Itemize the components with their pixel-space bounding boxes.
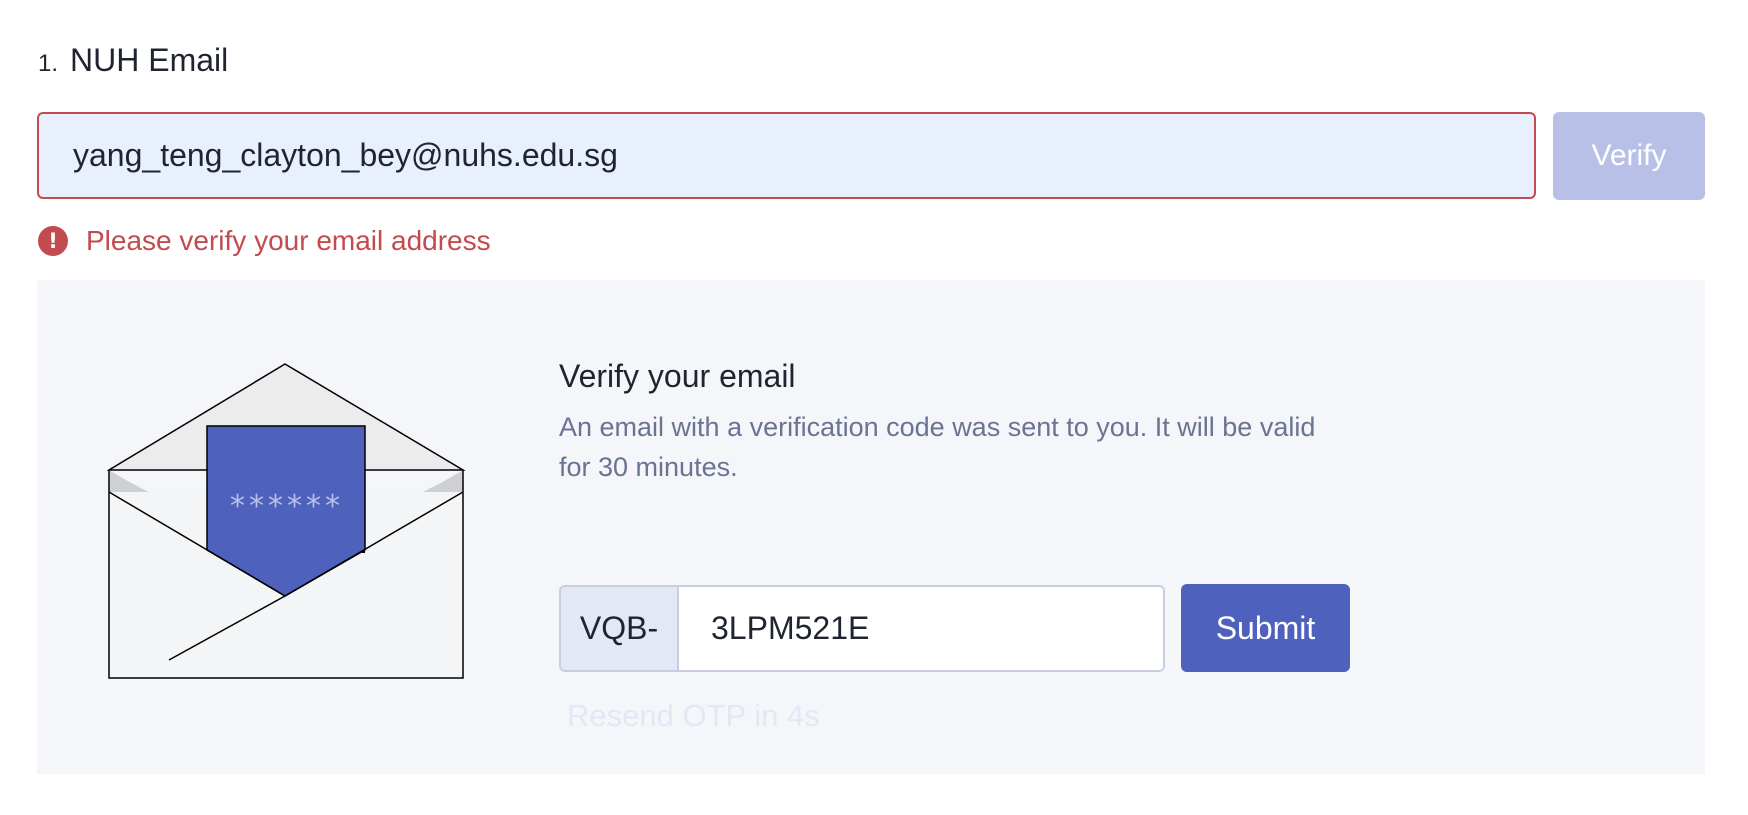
email-input[interactable] (37, 112, 1536, 199)
otp-input-group: VQB- (559, 584, 1165, 672)
question-number: 1. (38, 50, 59, 77)
question-title: NUH Email (70, 42, 229, 78)
otp-description: An email with a verification code was se… (559, 412, 1316, 482)
error-text: Please verify your email address (86, 225, 491, 256)
letter-code-mask: ****** (230, 489, 344, 524)
question-header: 1. NUH Email (38, 42, 228, 79)
error-message: ! Please verify your email address (38, 225, 491, 257)
verify-button[interactable]: Verify (1553, 112, 1705, 200)
envelope-illustration-icon: ****** (107, 363, 466, 679)
error-icon: ! (38, 226, 68, 256)
otp-title: Verify your email (559, 358, 796, 394)
otp-code-input[interactable] (679, 586, 1163, 670)
submit-button[interactable]: Submit (1181, 584, 1350, 672)
resend-otp-link[interactable]: Resend OTP in 4s (567, 698, 820, 734)
otp-entry-row: VQB- Submit (559, 584, 1350, 672)
otp-content: Verify your email An email with a verifi… (559, 358, 1379, 733)
otp-verification-panel: ****** Verify your email An email with a… (37, 280, 1705, 774)
otp-prefix: VQB- (561, 586, 679, 670)
